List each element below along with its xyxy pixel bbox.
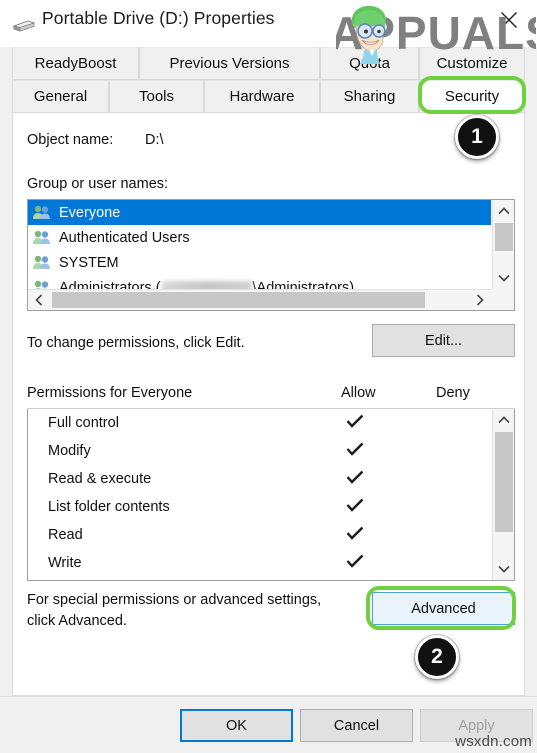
permission-name: Write [48,555,82,571]
permissions-list[interactable]: Full control Modify Read & execute List … [27,409,515,581]
cancel-button-label: Cancel [333,717,380,734]
list-item-label: Everyone [59,204,121,221]
tab-tools[interactable]: Tools [109,80,204,113]
list-item-label-suffix: \Administrators) [252,279,355,290]
tab-row-2: General Tools Hardware Sharing Security [0,80,537,113]
permission-name: Read [48,527,83,543]
tab-label: Quota [349,55,390,72]
advanced-hint-line2: click Advanced. [27,613,127,629]
tab-row-1: ReadyBoost Previous Versions Quota Custo… [0,47,537,80]
list-item[interactable]: SYSTEM [28,250,491,275]
scroll-down-icon[interactable] [493,558,515,580]
window-title: Portable Drive (D:) Properties [42,8,275,28]
apply-button-label: Apply [458,717,495,734]
allow-column-header: Allow [341,385,376,401]
users-icon [32,204,52,221]
scrollbar-thumb[interactable] [52,292,425,308]
scroll-down-icon[interactable] [493,267,515,289]
scrollbar-thumb[interactable] [495,223,513,251]
object-name-value: D:\ [145,132,164,148]
ok-button-label: OK [226,717,247,734]
tab-strip: ReadyBoost Previous Versions Quota Custo… [0,47,537,114]
permissions-for-label: Permissions for Everyone [27,385,193,401]
permission-name: Full control [48,415,119,431]
scroll-up-icon[interactable] [493,409,515,431]
deny-column-header: Deny [436,385,470,401]
group-or-user-names-label: Group or user names: [27,176,169,192]
permission-name: List folder contents [48,499,170,515]
tab-previous-versions[interactable]: Previous Versions [139,47,320,80]
allow-checkmark-icon[interactable] [343,498,367,516]
allow-checkmark-icon[interactable] [343,414,367,432]
table-row[interactable]: Read & execute [28,465,491,493]
usb-drive-icon [12,17,36,33]
list-item-label: SYSTEM [59,254,119,271]
redacted-computer-name [161,281,252,289]
tab-hardware[interactable]: Hardware [204,80,320,113]
permissions-vertical-scrollbar[interactable] [492,409,514,580]
permission-name: Read & execute [48,471,152,487]
tab-label: ReadyBoost [34,55,117,72]
close-icon[interactable] [489,4,529,34]
allow-checkmark-icon[interactable] [343,442,367,460]
object-name-label: Object name: [27,132,114,148]
allow-checkmark-icon[interactable] [343,526,367,544]
users-icon [32,229,52,246]
scrollbar-corner [491,289,514,310]
allow-checkmark-icon[interactable] [343,470,367,488]
cancel-button[interactable]: Cancel [300,709,413,742]
scroll-right-icon[interactable] [469,290,491,310]
table-row[interactable]: Read [28,521,491,549]
security-tab-panel: Object name: D:\ Group or user names: Ev… [12,113,525,696]
step-badge-1: 1 [455,115,499,159]
step-badge-2: 2 [415,635,459,679]
dialog-footer: OK Cancel Apply wsxdn.com [0,696,537,753]
users-icon [32,254,52,271]
tab-label: Security [444,88,500,105]
allow-checkmark-icon[interactable] [343,554,367,572]
table-row[interactable]: Full control [28,409,491,437]
advanced-button-label: Advanced [411,600,476,617]
scrollbar-thumb[interactable] [495,432,513,532]
table-row[interactable]: List folder contents [28,493,491,521]
permissions-list-items: Full control Modify Read & execute List … [28,409,491,580]
list-item-label: Administrators ( [59,279,161,290]
tab-quota[interactable]: Quota [320,47,419,80]
tab-label: Customize [436,55,508,72]
title-bar: Portable Drive (D:) Properties [0,0,537,47]
properties-dialog: Portable Drive (D:) Properties APPUALS [0,0,537,753]
tab-label: Hardware [229,88,295,105]
group-user-list[interactable]: Everyone Authenticated Users SYSTEM Admi… [27,199,515,311]
list-item-label: Authenticated Users [59,229,190,246]
edit-button[interactable]: Edit... [372,324,515,357]
scroll-left-icon[interactable] [28,290,50,310]
tab-sharing[interactable]: Sharing [320,80,419,113]
users-icon [32,279,52,289]
group-list-horizontal-scrollbar[interactable] [28,289,491,310]
tab-customize[interactable]: Customize [419,47,525,80]
site-watermark: wsxdn.com [455,733,532,750]
list-item[interactable]: Everyone [28,200,491,225]
group-list-items: Everyone Authenticated Users SYSTEM Admi… [28,200,491,289]
tab-security[interactable]: Security [419,80,525,113]
tab-general[interactable]: General [12,80,109,113]
scroll-up-icon[interactable] [493,200,515,222]
tab-label: Previous Versions [169,55,290,72]
table-row[interactable]: Write [28,549,491,577]
advanced-button[interactable]: Advanced [372,592,515,625]
group-list-vertical-scrollbar[interactable] [492,200,514,289]
list-item[interactable]: Administrators ( \Administrators) [28,275,491,289]
tab-label: General [33,88,88,105]
tab-readyboost[interactable]: ReadyBoost [12,47,139,80]
list-item[interactable]: Authenticated Users [28,225,491,250]
change-permissions-hint: To change permissions, click Edit. [27,335,245,351]
advanced-hint-line1: For special permissions or advanced sett… [27,592,322,608]
table-row[interactable]: Modify [28,437,491,465]
tab-label: Sharing [343,88,396,105]
edit-button-label: Edit... [424,332,463,349]
permission-name: Modify [48,443,91,459]
tab-label: Tools [138,88,175,105]
ok-button[interactable]: OK [180,709,293,742]
